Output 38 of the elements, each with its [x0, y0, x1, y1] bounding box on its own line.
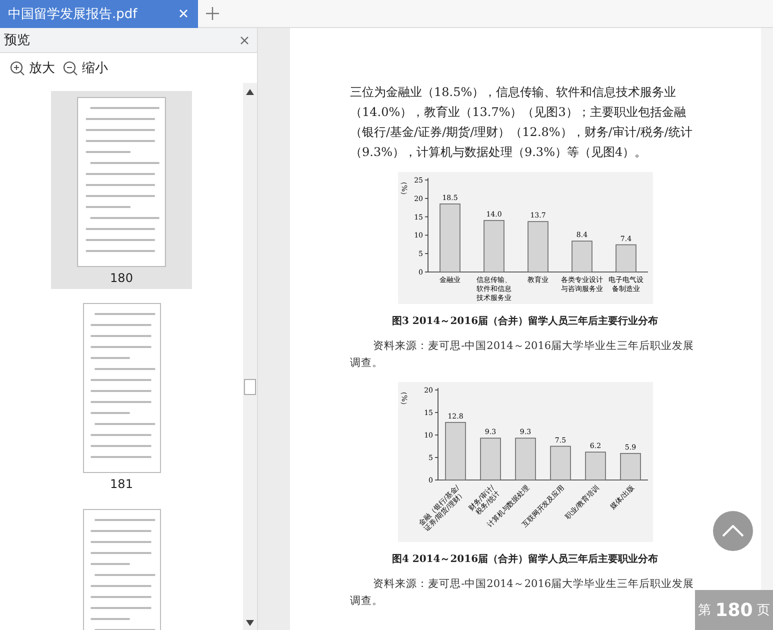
close-icon[interactable] — [240, 36, 249, 44]
bar — [584, 452, 606, 480]
source-note: 资料来源：麦可思-中国2014～2016届大学毕业生三年后职业发展调查。 — [350, 339, 696, 371]
page-number: 180 — [110, 271, 133, 285]
scroll-up-icon[interactable] — [246, 89, 254, 95]
bar — [480, 438, 500, 480]
body-paragraph: 三位为金融业（18.5%），信息传输、软件和信息技术服务业（14.0%），教育业（13.7%）（见图3）；主要职业包括金融（银行/基金/证券/期货/理财）（12.8%），财务/审计/税务/统计（9.3%），计算机与数据处理（9.3%）等（见图4）。 — [350, 84, 694, 161]
panel-title: 预览 — [4, 32, 30, 49]
scrollbar[interactable] — [243, 83, 257, 630]
chevron-up-icon — [722, 525, 744, 537]
bar — [514, 438, 536, 480]
page-number: 181 — [110, 477, 133, 491]
scroll-down-icon[interactable] — [246, 620, 254, 626]
new-tab-icon[interactable] — [206, 7, 219, 20]
scroll-to-top-button[interactable] — [713, 511, 753, 551]
bar — [620, 453, 640, 480]
scroll-thumb[interactable] — [244, 379, 256, 395]
bar — [615, 244, 636, 272]
figure-caption: 图4 2014～2016届（合并）留学人员三年后主要职业分布 — [392, 552, 658, 566]
zoom-out-icon — [63, 60, 78, 76]
zoom-in-button[interactable]: 放大 — [8, 59, 57, 77]
bar — [483, 220, 504, 272]
source-note: 资料来源：麦可思-中国2014～2016届大学毕业生三年后职业发展调查。 — [350, 577, 696, 609]
bar — [571, 240, 592, 272]
page-thumbnail[interactable]: 180 — [51, 91, 192, 289]
zoom-out-button[interactable]: 缩小 — [61, 59, 110, 77]
bar — [439, 204, 460, 272]
page-label: 页 — [756, 602, 770, 619]
document-tab[interactable]: 中国留学发展报告.pdf — [0, 0, 198, 28]
bar — [444, 422, 466, 480]
scrollbar[interactable] — [761, 28, 773, 590]
zoom-in-icon — [10, 60, 25, 76]
figure-caption: 图3 2014～2016届（合并）留学人员三年后主要行业分布 — [392, 314, 658, 328]
bar — [550, 446, 570, 480]
bar — [527, 221, 548, 272]
page-thumbnail[interactable]: 181 — [51, 297, 192, 495]
current-page-number: 180 — [715, 600, 753, 620]
page-label: 第 — [698, 602, 712, 619]
